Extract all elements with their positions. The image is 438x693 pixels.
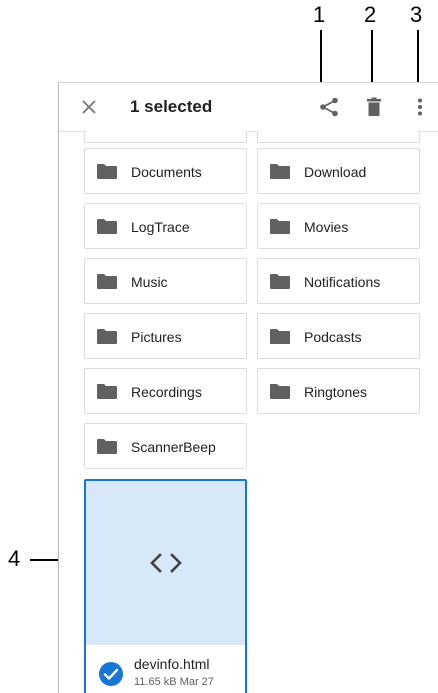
folder-icon bbox=[270, 164, 290, 179]
selection-app-bar: 1 selected bbox=[59, 83, 438, 132]
code-icon bbox=[150, 553, 182, 573]
folder-label: Music bbox=[131, 274, 168, 290]
folder-icon bbox=[97, 439, 117, 454]
callout-3: 3 bbox=[410, 2, 423, 27]
share-button[interactable] bbox=[317, 95, 341, 119]
folder-label: Download bbox=[304, 164, 367, 180]
folder-tile-ringtones[interactable]: Ringtones bbox=[257, 368, 420, 414]
file-manager-screen: 1 selected Documents Download LogTrace M… bbox=[58, 82, 438, 693]
delete-icon bbox=[367, 97, 381, 116]
callout-4: 4 bbox=[8, 546, 21, 571]
folder-tile-pictures[interactable]: Pictures bbox=[84, 313, 247, 359]
folder-tile-movies[interactable]: Movies bbox=[257, 203, 420, 249]
close-icon bbox=[82, 100, 96, 114]
folder-icon bbox=[270, 384, 290, 399]
folder-label: Recordings bbox=[131, 384, 202, 400]
folder-tile-music[interactable]: Music bbox=[84, 258, 247, 304]
folder-label: LogTrace bbox=[131, 219, 190, 235]
folder-icon bbox=[97, 164, 117, 179]
folder-icon bbox=[270, 219, 290, 234]
folder-tile-download[interactable]: Download bbox=[257, 148, 420, 194]
folder-tile-scannerbeep[interactable]: ScannerBeep bbox=[84, 423, 247, 469]
file-meta: 11.65 kB Mar 27 bbox=[134, 676, 214, 688]
folder-tile-notifications[interactable]: Notifications bbox=[257, 258, 420, 304]
folder-tile-recordings[interactable]: Recordings bbox=[84, 368, 247, 414]
file-info: devinfo.html 11.65 kB Mar 27 bbox=[86, 645, 245, 693]
folder-label: Movies bbox=[304, 219, 349, 235]
more-vert-icon bbox=[418, 98, 422, 116]
callout-2: 2 bbox=[364, 2, 377, 27]
folder-icon bbox=[270, 329, 290, 344]
folder-icon bbox=[97, 219, 117, 234]
folder-icon bbox=[97, 274, 117, 289]
folder-tile-partial-right[interactable] bbox=[257, 131, 420, 143]
selection-count-title: 1 selected bbox=[130, 97, 213, 116]
share-icon bbox=[320, 97, 338, 117]
folder-label: ScannerBeep bbox=[131, 439, 216, 455]
folder-label: Podcasts bbox=[304, 329, 362, 345]
folder-label: Documents bbox=[131, 164, 202, 180]
folder-tile-podcasts[interactable]: Podcasts bbox=[257, 313, 420, 359]
folder-label: Ringtones bbox=[304, 384, 368, 400]
check-circle-icon[interactable] bbox=[98, 661, 124, 687]
folder-label: Notifications bbox=[304, 274, 381, 290]
more-options-button[interactable] bbox=[408, 95, 432, 119]
folder-tile-partial-left[interactable] bbox=[84, 131, 247, 143]
folder-icon bbox=[270, 274, 290, 289]
callout-1: 1 bbox=[313, 2, 326, 27]
folder-icon bbox=[97, 329, 117, 344]
folder-tile-documents[interactable]: Documents bbox=[84, 148, 247, 194]
file-card-selected[interactable]: devinfo.html 11.65 kB Mar 27 bbox=[84, 479, 247, 693]
file-preview bbox=[86, 481, 245, 645]
delete-button[interactable] bbox=[362, 95, 386, 119]
close-selection-button[interactable] bbox=[77, 95, 101, 119]
folder-icon bbox=[97, 384, 117, 399]
folder-tile-logtrace[interactable]: LogTrace bbox=[84, 203, 247, 249]
folder-label: Pictures bbox=[131, 329, 182, 345]
file-name: devinfo.html bbox=[134, 656, 210, 672]
